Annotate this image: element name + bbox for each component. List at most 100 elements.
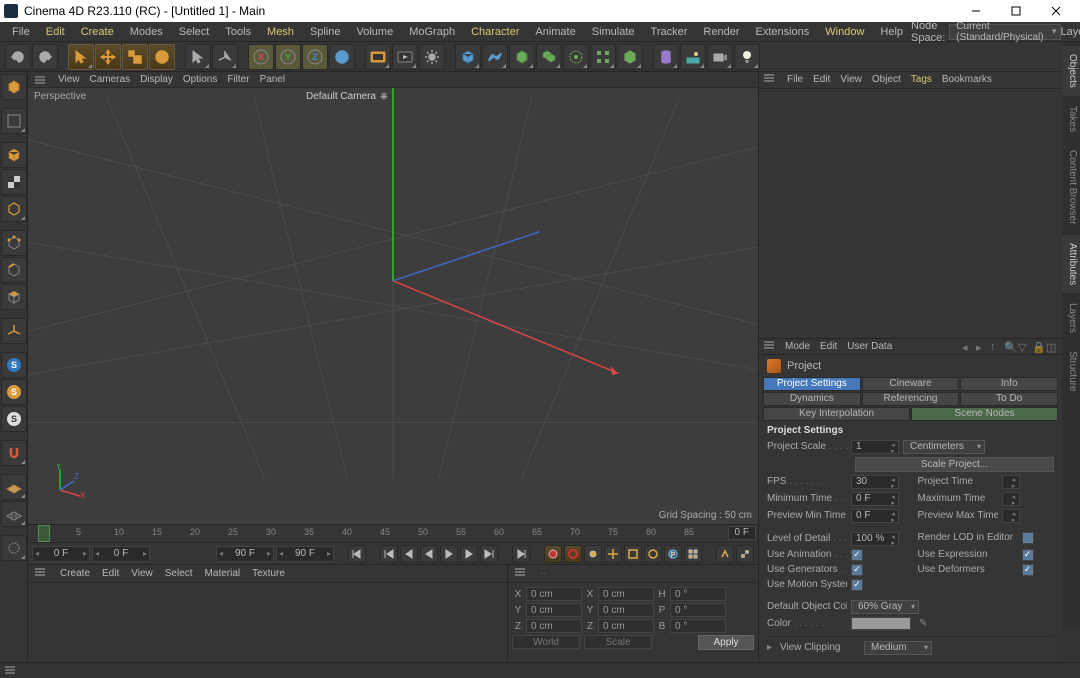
play-back[interactable] <box>420 545 438 563</box>
rotate-tool[interactable] <box>149 44 175 70</box>
menu-extensions[interactable]: Extensions <box>747 22 817 41</box>
vp-menu-display[interactable]: Display <box>140 74 173 85</box>
coord-rot-h[interactable]: 0 ° <box>670 587 726 601</box>
attr-mode[interactable]: Mode <box>785 341 810 352</box>
vtab-content-browser[interactable]: Content Browser <box>1062 142 1080 232</box>
coord-rot-b[interactable]: 0 ° <box>670 619 726 633</box>
vtab-layers[interactable]: Layers <box>1062 295 1080 341</box>
key-params[interactable]: P <box>664 545 682 563</box>
play-forward[interactable] <box>440 545 458 563</box>
spline-primitive[interactable] <box>482 44 508 70</box>
menu-mesh[interactable]: Mesh <box>259 22 302 41</box>
attr-tab-key-interpolation[interactable]: Key Interpolation <box>763 407 910 421</box>
redo-button[interactable] <box>32 44 58 70</box>
attr-lock-icon[interactable]: 🔒 <box>1032 341 1044 353</box>
attr-tab-info[interactable]: Info <box>960 377 1058 391</box>
objcolor-combo[interactable]: 60% Gray <box>851 600 919 614</box>
attr-fwd-icon[interactable]: ▸ <box>976 341 988 353</box>
viewport-solo[interactable] <box>1 108 27 134</box>
menu-modes[interactable]: Modes <box>122 22 171 41</box>
mat-create[interactable]: Create <box>60 568 90 579</box>
menu-create[interactable]: Create <box>73 22 122 41</box>
goto-end[interactable] <box>512 545 530 563</box>
key-toggle-2[interactable] <box>736 545 754 563</box>
vp-menu-options[interactable]: Options <box>183 74 217 85</box>
prev-key[interactable] <box>380 545 398 563</box>
viewport[interactable]: Perspective Default Camera⎈ Grid Spacing… <box>28 88 758 524</box>
scale-unit[interactable]: Centimeters <box>903 440 985 454</box>
coord-pos-z[interactable]: 0 cm <box>526 619 582 633</box>
material-list[interactable] <box>28 583 507 662</box>
select-tool[interactable] <box>68 44 94 70</box>
mat-material[interactable]: Material <box>205 568 241 579</box>
snap-toggle[interactable] <box>1 440 27 466</box>
deformer[interactable] <box>653 44 679 70</box>
camera-tool[interactable] <box>707 44 733 70</box>
menu-volume[interactable]: Volume <box>349 22 402 41</box>
scale-project-button[interactable]: Scale Project... <box>855 457 1054 472</box>
obj-bookmarks[interactable]: Bookmarks <box>942 74 992 85</box>
axis-mode[interactable] <box>1 318 27 344</box>
obj-tags[interactable]: Tags <box>911 74 932 85</box>
workplane-1[interactable] <box>1 474 27 500</box>
obj-view[interactable]: View <box>840 74 862 85</box>
maximize-button[interactable] <box>996 0 1036 22</box>
apply-button[interactable]: Apply <box>698 635 754 650</box>
mograph-tool[interactable] <box>590 44 616 70</box>
goto-start[interactable] <box>348 545 366 563</box>
rlod-check[interactable] <box>1022 532 1034 544</box>
obj-edit[interactable]: Edit <box>813 74 830 85</box>
range-start[interactable]: 0 F <box>32 546 90 562</box>
coord-pos-x[interactable]: 0 cm <box>526 587 582 601</box>
snap-s1[interactable]: S <box>1 352 27 378</box>
menu-window[interactable]: Window <box>817 22 872 41</box>
menu-spline[interactable]: Spline <box>302 22 349 41</box>
vp-menu-panel[interactable]: Panel <box>260 74 286 85</box>
snap-s3[interactable]: S <box>1 406 27 432</box>
attr-new-icon[interactable]: ◫ <box>1046 341 1058 353</box>
edge-mode[interactable] <box>1 257 27 283</box>
minimize-button[interactable] <box>956 0 996 22</box>
attr-filter-icon[interactable]: ▽ <box>1018 341 1030 353</box>
mat-texture[interactable]: Texture <box>252 568 285 579</box>
menu-tracker[interactable]: Tracker <box>643 22 696 41</box>
objects-menu-icon[interactable] <box>763 73 777 87</box>
coord-mode[interactable]: Scale <box>584 635 652 649</box>
clip-combo[interactable]: Medium <box>864 641 932 655</box>
mat-view[interactable]: View <box>131 568 153 579</box>
prev-frame[interactable] <box>400 545 418 563</box>
lod-field[interactable]: 100 % <box>851 532 899 546</box>
menu-select[interactable]: Select <box>171 22 218 41</box>
attr-userdata[interactable]: User Data <box>847 341 892 352</box>
attr-tab-to-do[interactable]: To Do <box>960 392 1058 406</box>
total-frames[interactable]: 90 F <box>276 546 334 562</box>
generator-2[interactable] <box>536 44 562 70</box>
obj-object[interactable]: Object <box>872 74 901 85</box>
record-key[interactable] <box>544 545 562 563</box>
vtab-structure[interactable]: Structure <box>1062 343 1080 400</box>
viewport-menu-icon[interactable] <box>32 73 48 87</box>
min-field[interactable]: 0 F <box>851 492 899 506</box>
model-mode[interactable] <box>1 74 27 100</box>
mat-menu-icon[interactable] <box>34 567 48 581</box>
menu-edit[interactable]: Edit <box>38 22 73 41</box>
menu-mograph[interactable]: MoGraph <box>401 22 463 41</box>
axis-lock[interactable] <box>212 44 238 70</box>
attr-menu-icon[interactable] <box>763 340 775 353</box>
object-manager[interactable] <box>759 89 1062 339</box>
vtab-attributes[interactable]: Attributes <box>1062 235 1080 293</box>
coord-rot-p[interactable]: 0 ° <box>670 603 726 617</box>
timeline-end-field[interactable]: 0 F <box>728 526 756 540</box>
expr-check[interactable] <box>1022 549 1034 561</box>
coord-collapse-icon[interactable]: ·· <box>540 568 547 579</box>
point-mode[interactable] <box>1 230 27 256</box>
mat-edit[interactable]: Edit <box>102 568 119 579</box>
key-options[interactable] <box>584 545 602 563</box>
volume-tool[interactable] <box>617 44 643 70</box>
anim-check[interactable] <box>851 549 863 561</box>
scale-field[interactable]: 1 <box>851 440 899 454</box>
key-move[interactable] <box>604 545 622 563</box>
workplane-mode[interactable] <box>1 196 27 222</box>
next-key[interactable] <box>480 545 498 563</box>
projtime-field[interactable] <box>1002 475 1020 489</box>
